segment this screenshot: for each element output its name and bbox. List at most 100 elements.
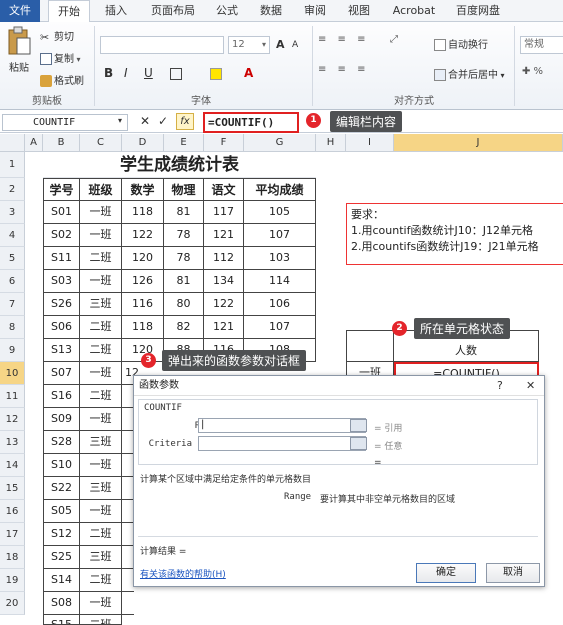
- table-cell[interactable]: 二班: [80, 523, 122, 546]
- currency-icon[interactable]: ✚ %: [522, 66, 543, 77]
- column-header[interactable]: E: [164, 134, 204, 152]
- table-cell[interactable]: [122, 592, 134, 615]
- table-cell[interactable]: S11: [43, 247, 80, 270]
- font-name-combo[interactable]: [100, 36, 224, 54]
- copy-button[interactable]: 复制 ▾: [40, 50, 81, 65]
- table-cell[interactable]: 一班: [80, 592, 122, 615]
- table-cell[interactable]: 二班: [80, 615, 122, 625]
- table-cell[interactable]: 一班: [80, 500, 122, 523]
- column-header[interactable]: D: [122, 134, 164, 152]
- select-all-corner[interactable]: [0, 134, 25, 152]
- cancel-button[interactable]: 取消: [486, 563, 540, 583]
- tab-review[interactable]: 审阅: [298, 0, 332, 22]
- row-header[interactable]: 16: [0, 500, 25, 523]
- tab-acrobat[interactable]: Acrobat: [386, 0, 442, 22]
- table-cell[interactable]: S14: [43, 569, 80, 592]
- range-select-icon[interactable]: [350, 419, 367, 432]
- table-cell[interactable]: S09: [43, 408, 80, 431]
- table-cell[interactable]: 78: [164, 247, 204, 270]
- table-cell[interactable]: 一班: [80, 362, 122, 385]
- column-header[interactable]: F: [204, 134, 244, 152]
- table-cell[interactable]: 103: [244, 247, 316, 270]
- row-header[interactable]: 4: [0, 224, 25, 247]
- table-cell[interactable]: 二班: [80, 339, 122, 362]
- table-cell[interactable]: S02: [43, 224, 80, 247]
- table-cell[interactable]: S15: [43, 615, 80, 625]
- table-cell[interactable]: 一班: [80, 201, 122, 224]
- borders-icon[interactable]: [170, 68, 184, 80]
- column-header[interactable]: H: [316, 134, 346, 152]
- criteria-input[interactable]: [198, 436, 366, 451]
- row-header[interactable]: 20: [0, 592, 25, 615]
- tab-home[interactable]: 开始: [48, 0, 90, 23]
- table-cell[interactable]: S16: [43, 385, 80, 408]
- underline-button[interactable]: U: [144, 66, 153, 80]
- table-cell[interactable]: 118: [122, 316, 164, 339]
- table-cell[interactable]: 81: [164, 270, 204, 293]
- table-cell[interactable]: 82: [164, 316, 204, 339]
- orientation-icon[interactable]: ⤢: [390, 34, 398, 45]
- table-header[interactable]: 学号: [43, 178, 80, 201]
- row-header[interactable]: 9: [0, 339, 25, 362]
- table-cell[interactable]: S06: [43, 316, 80, 339]
- tab-page-layout[interactable]: 页面布局: [144, 0, 202, 22]
- table-cell[interactable]: 三班: [80, 477, 122, 500]
- row-header[interactable]: 6: [0, 270, 25, 293]
- table-cell[interactable]: 114: [244, 270, 316, 293]
- tab-file[interactable]: 文件: [0, 0, 40, 22]
- table-cell[interactable]: [346, 330, 394, 362]
- ok-button[interactable]: 确定: [416, 563, 476, 583]
- table-cell[interactable]: 106: [244, 293, 316, 316]
- table-cell[interactable]: S25: [43, 546, 80, 569]
- table-cell[interactable]: 一班: [80, 408, 122, 431]
- table-cell[interactable]: 二班: [80, 385, 122, 408]
- table-cell[interactable]: 107: [244, 316, 316, 339]
- align-horizontal-icons[interactable]: ≡ ≡ ≡: [318, 64, 378, 75]
- table-cell[interactable]: 107: [244, 224, 316, 247]
- column-header[interactable]: A: [25, 134, 43, 152]
- column-header[interactable]: B: [43, 134, 80, 152]
- table-cell[interactable]: 80: [164, 293, 204, 316]
- table-cell[interactable]: S12: [43, 523, 80, 546]
- table-cell[interactable]: S10: [43, 454, 80, 477]
- table-cell[interactable]: 121: [204, 316, 244, 339]
- shrink-font-button[interactable]: A: [292, 40, 298, 50]
- fill-color-icon[interactable]: [210, 68, 224, 80]
- bold-button[interactable]: B: [104, 66, 113, 80]
- table-cell[interactable]: S28: [43, 431, 80, 454]
- font-color-icon[interactable]: A: [244, 66, 253, 80]
- align-top-icons[interactable]: ≡ ≡ ≡: [318, 34, 378, 45]
- row-header[interactable]: 14: [0, 454, 25, 477]
- tab-view[interactable]: 视图: [342, 0, 376, 22]
- font-size-combo[interactable]: 12 ▾: [228, 36, 270, 54]
- table-cell[interactable]: 三班: [80, 431, 122, 454]
- row-header[interactable]: 15: [0, 477, 25, 500]
- column-header[interactable]: J: [394, 134, 563, 152]
- column-header[interactable]: I: [346, 134, 394, 152]
- tab-data[interactable]: 数据: [254, 0, 288, 22]
- tab-formulas[interactable]: 公式: [210, 0, 244, 22]
- table-cell[interactable]: 78: [164, 224, 204, 247]
- help-link[interactable]: 有关该函数的帮助(H): [140, 567, 226, 580]
- row-header[interactable]: 2: [0, 178, 25, 201]
- table-cell[interactable]: 二班: [80, 316, 122, 339]
- table-cell[interactable]: S01: [43, 201, 80, 224]
- table-cell[interactable]: 一班: [80, 270, 122, 293]
- row-header[interactable]: 17: [0, 523, 25, 546]
- table-cell[interactable]: 105: [244, 201, 316, 224]
- criteria-select-icon[interactable]: [350, 437, 367, 450]
- table-cell[interactable]: S08: [43, 592, 80, 615]
- row-header[interactable]: 1: [0, 152, 25, 178]
- help-icon[interactable]: ?: [497, 379, 503, 392]
- confirm-entry-icon[interactable]: ✓: [158, 114, 168, 128]
- wrap-text-button[interactable]: 自动换行: [434, 36, 488, 51]
- insert-function-icon[interactable]: fx: [176, 113, 194, 130]
- formula-input[interactable]: =COUNTIF(): [203, 112, 299, 133]
- format-painter-button[interactable]: 格式刷: [40, 72, 84, 87]
- row-header[interactable]: 18: [0, 546, 25, 569]
- row-header[interactable]: 19: [0, 569, 25, 592]
- table-cell[interactable]: 81: [164, 201, 204, 224]
- table-cell[interactable]: 122: [122, 224, 164, 247]
- table-cell[interactable]: S22: [43, 477, 80, 500]
- table-cell[interactable]: 三班: [80, 546, 122, 569]
